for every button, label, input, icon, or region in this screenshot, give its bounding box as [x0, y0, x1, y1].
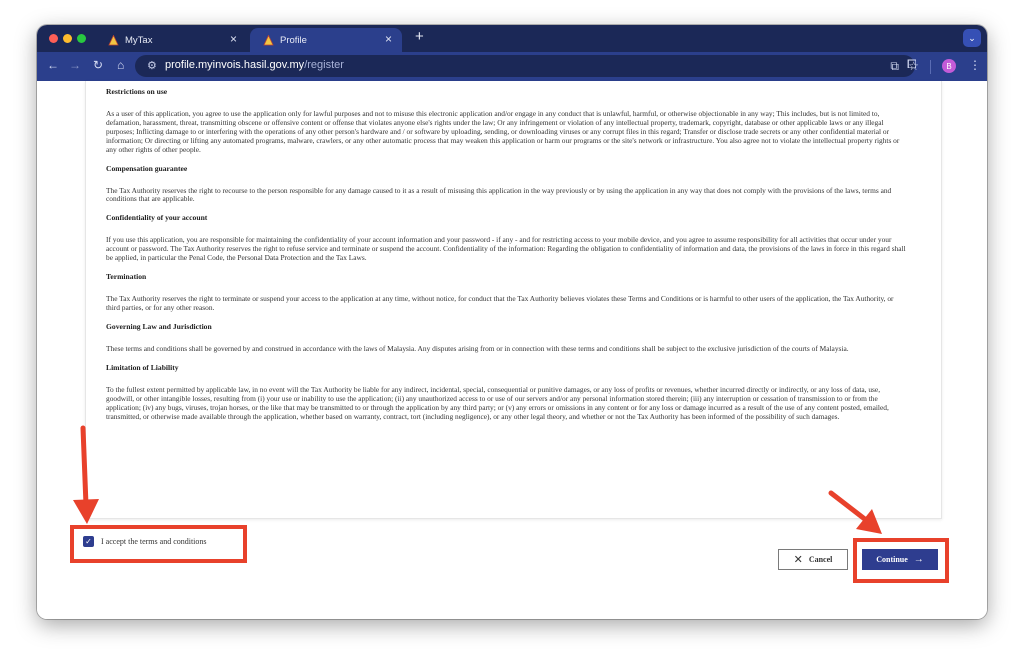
annotation-arrow-down [73, 425, 99, 524]
annotation-arrows [73, 425, 882, 534]
annotation-arrow-diagonal [828, 490, 882, 534]
